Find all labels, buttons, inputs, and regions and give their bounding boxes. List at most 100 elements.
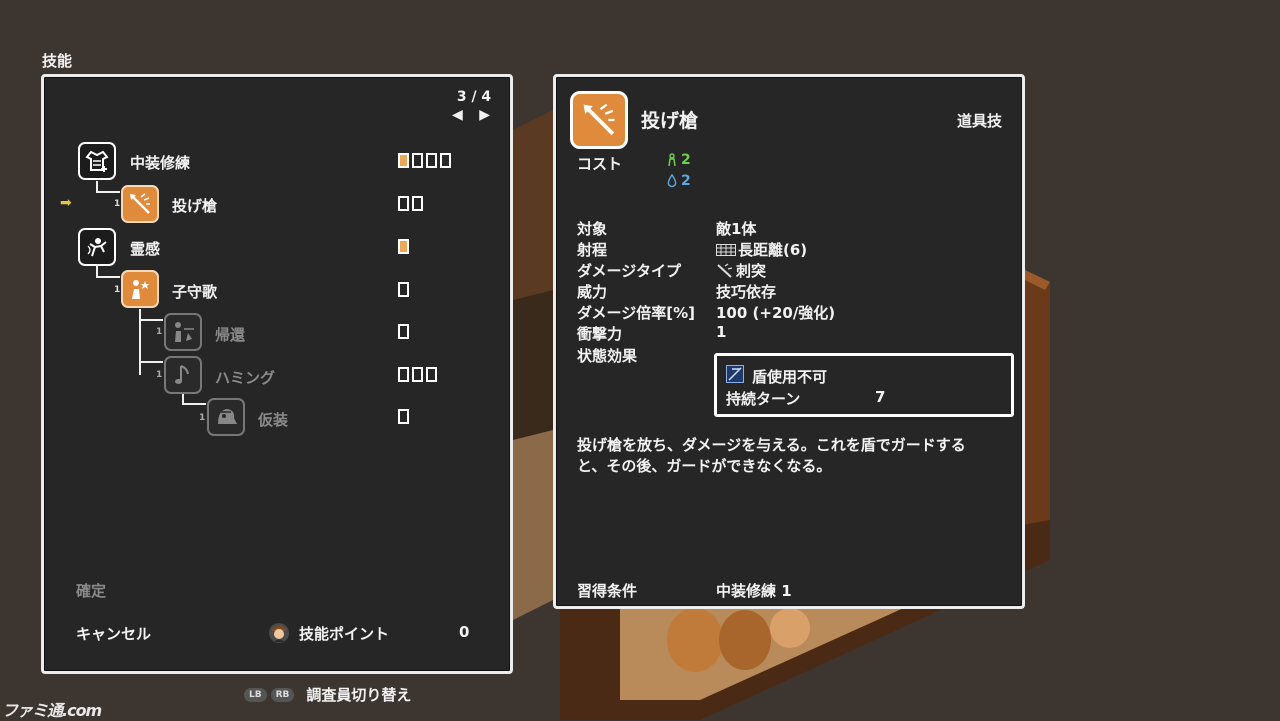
description-line: と、その後、ガードができなくなる。 — [577, 457, 832, 475]
skill-level-boxes — [398, 196, 423, 211]
confirm-button[interactable]: 確定 — [76, 580, 106, 601]
rb-button-icon: RB — [270, 687, 295, 702]
skill-level-req: 1 — [156, 370, 163, 380]
skill-level-boxes — [398, 239, 409, 254]
skill-level-boxes — [398, 324, 409, 339]
requirement-value: 中装修練 1 — [716, 580, 792, 601]
watermark-logo: ファミ通.com — [2, 701, 102, 720]
stat-value-text: 刺突 — [736, 262, 767, 280]
level-box — [412, 153, 423, 168]
javelin-icon — [570, 91, 628, 149]
skill-level-req: 1 — [156, 327, 163, 337]
level-box-filled — [398, 153, 409, 168]
stat-value-damage-multiplier: 100 (+20/強化) — [716, 302, 835, 323]
disguise-icon — [207, 398, 245, 436]
skill-level-req: 1 — [114, 285, 121, 295]
switch-investigator-label: 調査員切り替え — [306, 686, 412, 704]
stat-value-impact: 1 — [716, 323, 726, 341]
skill-level-boxes — [398, 282, 409, 297]
stat-value-target: 敵1体 — [716, 218, 756, 239]
inspiration-icon — [78, 228, 116, 266]
mana-drop-icon — [667, 174, 677, 188]
level-box — [426, 367, 437, 382]
tree-connector — [139, 319, 163, 321]
skill-level-req: 1 — [199, 413, 206, 423]
level-box — [440, 153, 451, 168]
level-box — [398, 367, 409, 382]
lullaby-icon — [121, 270, 159, 308]
stat-label-damage-multiplier: ダメージ倍率[%] — [577, 304, 695, 322]
stat-label-power: 威力 — [577, 283, 608, 301]
level-box — [398, 324, 409, 339]
mana-cost: 2 — [666, 173, 691, 189]
skill-label: 投げ槍 — [172, 197, 218, 215]
stamina-icon — [668, 153, 676, 167]
screen-title: 技能 — [42, 52, 73, 70]
skill-tree-panel: 3 / 4 ◀ ▶ ➡ 中装修練 1 投げ槍 霊感 1 子守歌 1 帰還 1 ハ… — [41, 74, 513, 674]
stat-value-range: 長距離(6) — [716, 239, 807, 260]
skill-points-label: 技能ポイント — [299, 625, 390, 643]
cost-label: コスト — [577, 155, 623, 173]
stamina-cost: 2 — [666, 152, 691, 168]
switch-investigator-hint[interactable]: LB RB 調査員切り替え — [244, 684, 411, 705]
status-effect-box: 盾使用不可 持続ターン 7 — [714, 353, 1014, 417]
pierce-icon — [717, 262, 733, 278]
stat-label-damage-type: ダメージタイプ — [577, 262, 681, 280]
skill-description: 投げ槍を放ち、ダメージを与える。これを盾でガードする と、その後、ガードができな… — [577, 435, 1007, 477]
shield-break-icon — [726, 365, 744, 383]
level-box — [398, 409, 409, 424]
requirement-label: 習得条件 — [577, 582, 638, 600]
skill-label: 子守歌 — [172, 283, 218, 301]
skill-level-boxes — [398, 367, 437, 382]
skill-label: 中装修練 — [130, 154, 191, 172]
return-icon — [164, 313, 202, 351]
stat-value-damage-type: 刺突 — [716, 260, 766, 281]
skill-level-boxes — [398, 153, 451, 168]
stamina-cost-value: 2 — [681, 152, 691, 168]
stat-value-text: 敵1体 — [716, 220, 757, 238]
status-effect-duration-label: 持続ターン — [726, 390, 801, 408]
javelin-icon — [121, 185, 159, 223]
skill-level-req: 1 — [114, 199, 121, 209]
status-effect-duration-value: 7 — [875, 388, 886, 406]
level-box — [412, 196, 423, 211]
page-arrows[interactable]: ◀ ▶ — [452, 107, 496, 123]
level-box-filled — [398, 239, 409, 254]
lb-button-icon: LB — [244, 687, 267, 702]
stat-label-status-effect: 状態効果 — [577, 347, 638, 365]
skill-label: 帰還 — [215, 326, 246, 344]
stat-value-text: 長距離(6) — [738, 241, 808, 259]
description-line: 投げ槍を放ち、ダメージを与える。これを盾でガードする — [577, 436, 966, 454]
skill-level-boxes — [398, 409, 409, 424]
page-indicator: 3 / 4 — [456, 89, 492, 105]
skill-name: 投げ槍 — [641, 110, 699, 132]
tree-connector — [139, 361, 163, 363]
skill-category: 道具技 — [956, 112, 1002, 130]
investigator-avatar — [269, 623, 289, 643]
stat-label-target: 対象 — [577, 220, 608, 238]
status-effect-name: 盾使用不可 — [752, 368, 828, 386]
selection-arrow-icon: ➡ — [60, 195, 72, 211]
mana-cost-value: 2 — [681, 173, 691, 189]
stat-label-impact: 衝撃力 — [577, 325, 623, 343]
skill-points-value: 0 — [459, 623, 470, 641]
cancel-button[interactable]: キャンセル — [76, 623, 151, 644]
skill-label: ハミング — [215, 369, 276, 387]
tree-connector — [96, 191, 120, 193]
skill-label: 霊感 — [130, 240, 161, 258]
music-note-icon — [164, 356, 202, 394]
stat-label-range: 射程 — [577, 241, 608, 259]
level-box — [398, 196, 409, 211]
skill-detail-panel: 投げ槍 道具技 コスト 2 2 対象 敵1体 射程 長距離(6) ダメージタイプ… — [553, 74, 1025, 609]
skill-label: 仮装 — [258, 411, 289, 429]
stat-value-text: 1 — [716, 323, 727, 341]
stat-value-power: 技巧依存 — [716, 281, 776, 302]
level-box — [412, 367, 423, 382]
level-box — [426, 153, 437, 168]
stat-value-text: 100 (+20/強化) — [716, 304, 836, 322]
tree-connector — [182, 403, 206, 405]
level-box — [398, 282, 409, 297]
stat-value-text: 技巧依存 — [716, 283, 777, 301]
range-grid-icon — [716, 243, 736, 256]
armor-training-icon — [78, 142, 116, 180]
